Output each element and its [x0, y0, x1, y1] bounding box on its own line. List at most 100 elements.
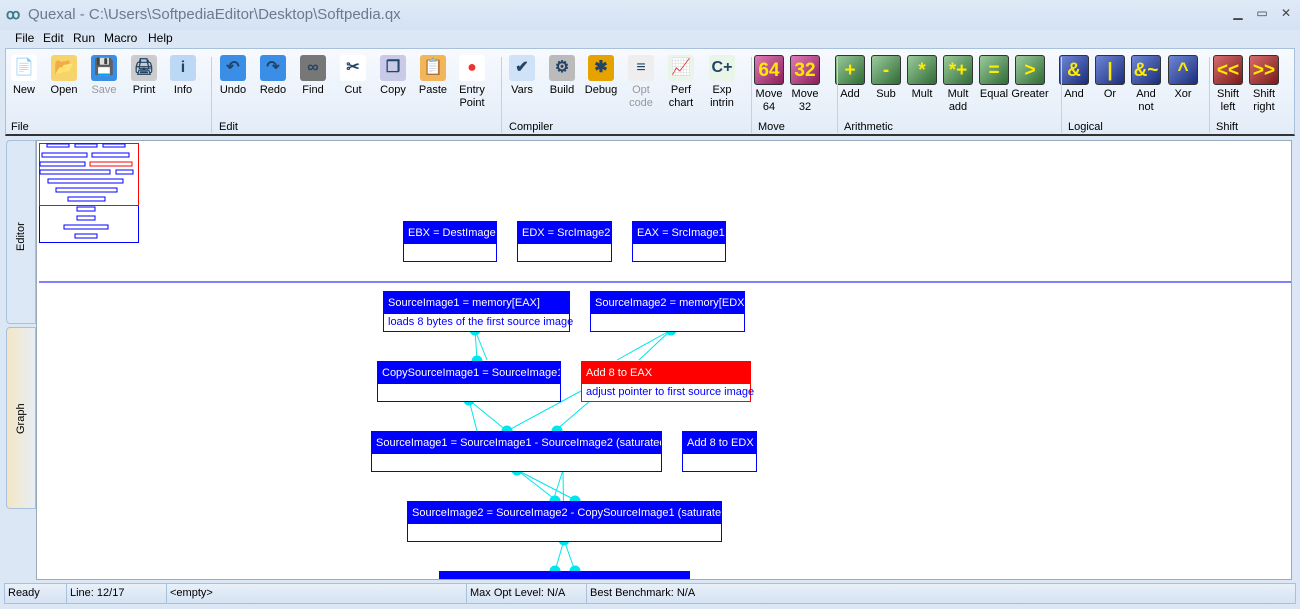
- or-button[interactable]: | Or: [1090, 55, 1130, 101]
- graph-node[interactable]: Add 8 to EDX: [682, 431, 757, 472]
- button-label: Paste: [418, 84, 448, 96]
- exp-intrin-button[interactable]: C+ Exp intrin: [702, 55, 742, 110]
- group-separator: [501, 57, 502, 133]
- node-title: Add 8 to EDX: [683, 432, 756, 454]
- redo-button[interactable]: ↷ Redo: [253, 55, 293, 97]
- node-comment: adjust pointer to first source image: [586, 386, 755, 398]
- and-icon: &: [1059, 55, 1089, 85]
- app-icon: ꝏ: [6, 6, 21, 22]
- button-label: Sub: [876, 88, 896, 100]
- graph-edge: [516, 469, 558, 502]
- node-comment: [683, 454, 756, 471]
- menu-edit[interactable]: Edit: [43, 31, 64, 45]
- group-separator: [1209, 57, 1210, 133]
- button-label: New: [12, 84, 35, 96]
- graph-node[interactable]: EBX = DestImage: [403, 221, 497, 262]
- menu-file[interactable]: File: [15, 31, 34, 45]
- button-label: Info: [173, 84, 193, 96]
- button-label: Exp intrin: [710, 84, 734, 109]
- graph-node[interactable]: [439, 571, 690, 579]
- button-label: Xor: [1174, 88, 1192, 100]
- node-title: [440, 572, 689, 579]
- button-label: Redo: [259, 84, 287, 96]
- undo-icon: ↶: [220, 55, 246, 81]
- graph-node[interactable]: SourceImage2 = SourceImage2 - CopySource…: [407, 501, 722, 542]
- copy-button[interactable]: ❐ Copy: [373, 55, 413, 97]
- node-title: EAX = SrcImage1: [633, 222, 725, 244]
- greater-button[interactable]: > Greater: [1010, 55, 1050, 101]
- shift-right-button[interactable]: >> Shift right: [1244, 55, 1284, 114]
- greater-icon: >: [1015, 55, 1045, 85]
- button-label: Greater: [1011, 88, 1049, 100]
- opt-code-button[interactable]: ≡ Opt code: [621, 55, 661, 110]
- equal-button[interactable]: = Equal: [974, 55, 1014, 101]
- undo-button[interactable]: ↶ Undo: [213, 55, 253, 97]
- graph-node[interactable]: SourceImage2 = memory[EDX]: [590, 291, 745, 332]
- close-button[interactable]: ✕: [1276, 6, 1296, 20]
- entry-point-button[interactable]: ● Entry Point: [452, 55, 492, 110]
- sub-button[interactable]: - Sub: [866, 55, 906, 101]
- equal-icon: =: [979, 55, 1009, 85]
- node-title: Add 8 to EAX: [582, 362, 750, 384]
- perf-chart-button[interactable]: 📈 Perf chart: [661, 55, 701, 110]
- or-icon: |: [1095, 55, 1125, 85]
- add-button[interactable]: + Add: [830, 55, 870, 101]
- graph-node[interactable]: Add 8 to EAX adjust pointer to first sour…: [581, 361, 755, 402]
- group-separator: [211, 57, 212, 133]
- document-icon: ≡: [628, 55, 654, 81]
- open-button[interactable]: 📂 Open: [44, 55, 84, 97]
- button-label: And: [1064, 88, 1084, 100]
- and-button[interactable]: & And: [1054, 55, 1094, 101]
- tab-graph[interactable]: Graph: [6, 327, 36, 509]
- printer-icon: 🖨: [131, 55, 157, 81]
- mult-button[interactable]: * Mult: [902, 55, 942, 101]
- find-button[interactable]: ∞ Find: [293, 55, 333, 97]
- graph-node[interactable]: SourceImage1 = SourceImage1 - SourceImag…: [371, 431, 662, 472]
- tab-editor-label: Editor: [15, 222, 27, 251]
- mult-add-button[interactable]: *+ Mult add: [938, 55, 978, 114]
- new-button[interactable]: 📄 New: [4, 55, 44, 97]
- save-button[interactable]: 💾 Save: [84, 55, 124, 97]
- print-button[interactable]: 🖨 Print: [124, 55, 164, 97]
- button-label: Move 32: [791, 88, 819, 113]
- and-not-button[interactable]: &~ And not: [1126, 55, 1166, 114]
- debug-button[interactable]: ✱ Debug: [581, 55, 621, 97]
- add-icon: +: [835, 55, 865, 85]
- menu-run[interactable]: Run: [73, 31, 95, 45]
- group-separator: [1061, 57, 1062, 133]
- tab-editor[interactable]: Editor: [6, 140, 36, 324]
- info-button[interactable]: i Info: [163, 55, 203, 97]
- cut-button[interactable]: ✂ Cut: [333, 55, 373, 97]
- shift-left-button[interactable]: << Shift left: [1208, 55, 1248, 114]
- group-label-logical: Logical: [1068, 121, 1103, 133]
- minimap[interactable]: [39, 143, 139, 243]
- graph-node[interactable]: SourceImage1 = memory[EAX] loads 8 bytes …: [383, 291, 573, 332]
- maximize-button[interactable]: ▭: [1252, 6, 1272, 20]
- mult-icon: *: [907, 55, 937, 85]
- graph-node[interactable]: EAX = SrcImage1: [632, 221, 726, 262]
- build-button[interactable]: ⚙ Build: [542, 55, 582, 97]
- vars-button[interactable]: ✔ Vars: [502, 55, 542, 97]
- button-label: Shift right: [1252, 88, 1275, 113]
- paste-button[interactable]: 📋 Paste: [413, 55, 453, 97]
- save-icon: 💾: [91, 55, 117, 81]
- graph-node[interactable]: EDX = SrcImage2: [517, 221, 612, 262]
- xor-button[interactable]: ^ Xor: [1163, 55, 1203, 101]
- button-label: And not: [1136, 88, 1156, 113]
- gear-play-icon: ⚙: [549, 55, 575, 81]
- menu-macro[interactable]: Macro: [104, 31, 137, 45]
- window-title: Quexal - C:\Users\SoftpediaEditor\Deskto…: [28, 6, 401, 23]
- button-label: Find: [302, 84, 324, 96]
- move-32-button[interactable]: 32 Move 32: [785, 55, 825, 114]
- shift-right-icon: >>: [1249, 55, 1279, 85]
- move-64-button[interactable]: 64 Move 64: [749, 55, 789, 114]
- group-label-move: Move: [758, 121, 785, 133]
- menu-help[interactable]: Help: [148, 31, 173, 45]
- node-title: CopySourceImage1 = SourceImage1: [378, 362, 560, 384]
- graph-canvas[interactable]: EBX = DestImage EDX = SrcImage2 EAX = SrcI…: [36, 140, 1292, 580]
- sub-icon: -: [871, 55, 901, 85]
- status-benchmark: Best Benchmark: N/A: [590, 587, 696, 599]
- button-label: Or: [1103, 88, 1117, 100]
- graph-node[interactable]: CopySourceImage1 = SourceImage1: [377, 361, 561, 402]
- minimize-button[interactable]: ▁: [1228, 6, 1248, 20]
